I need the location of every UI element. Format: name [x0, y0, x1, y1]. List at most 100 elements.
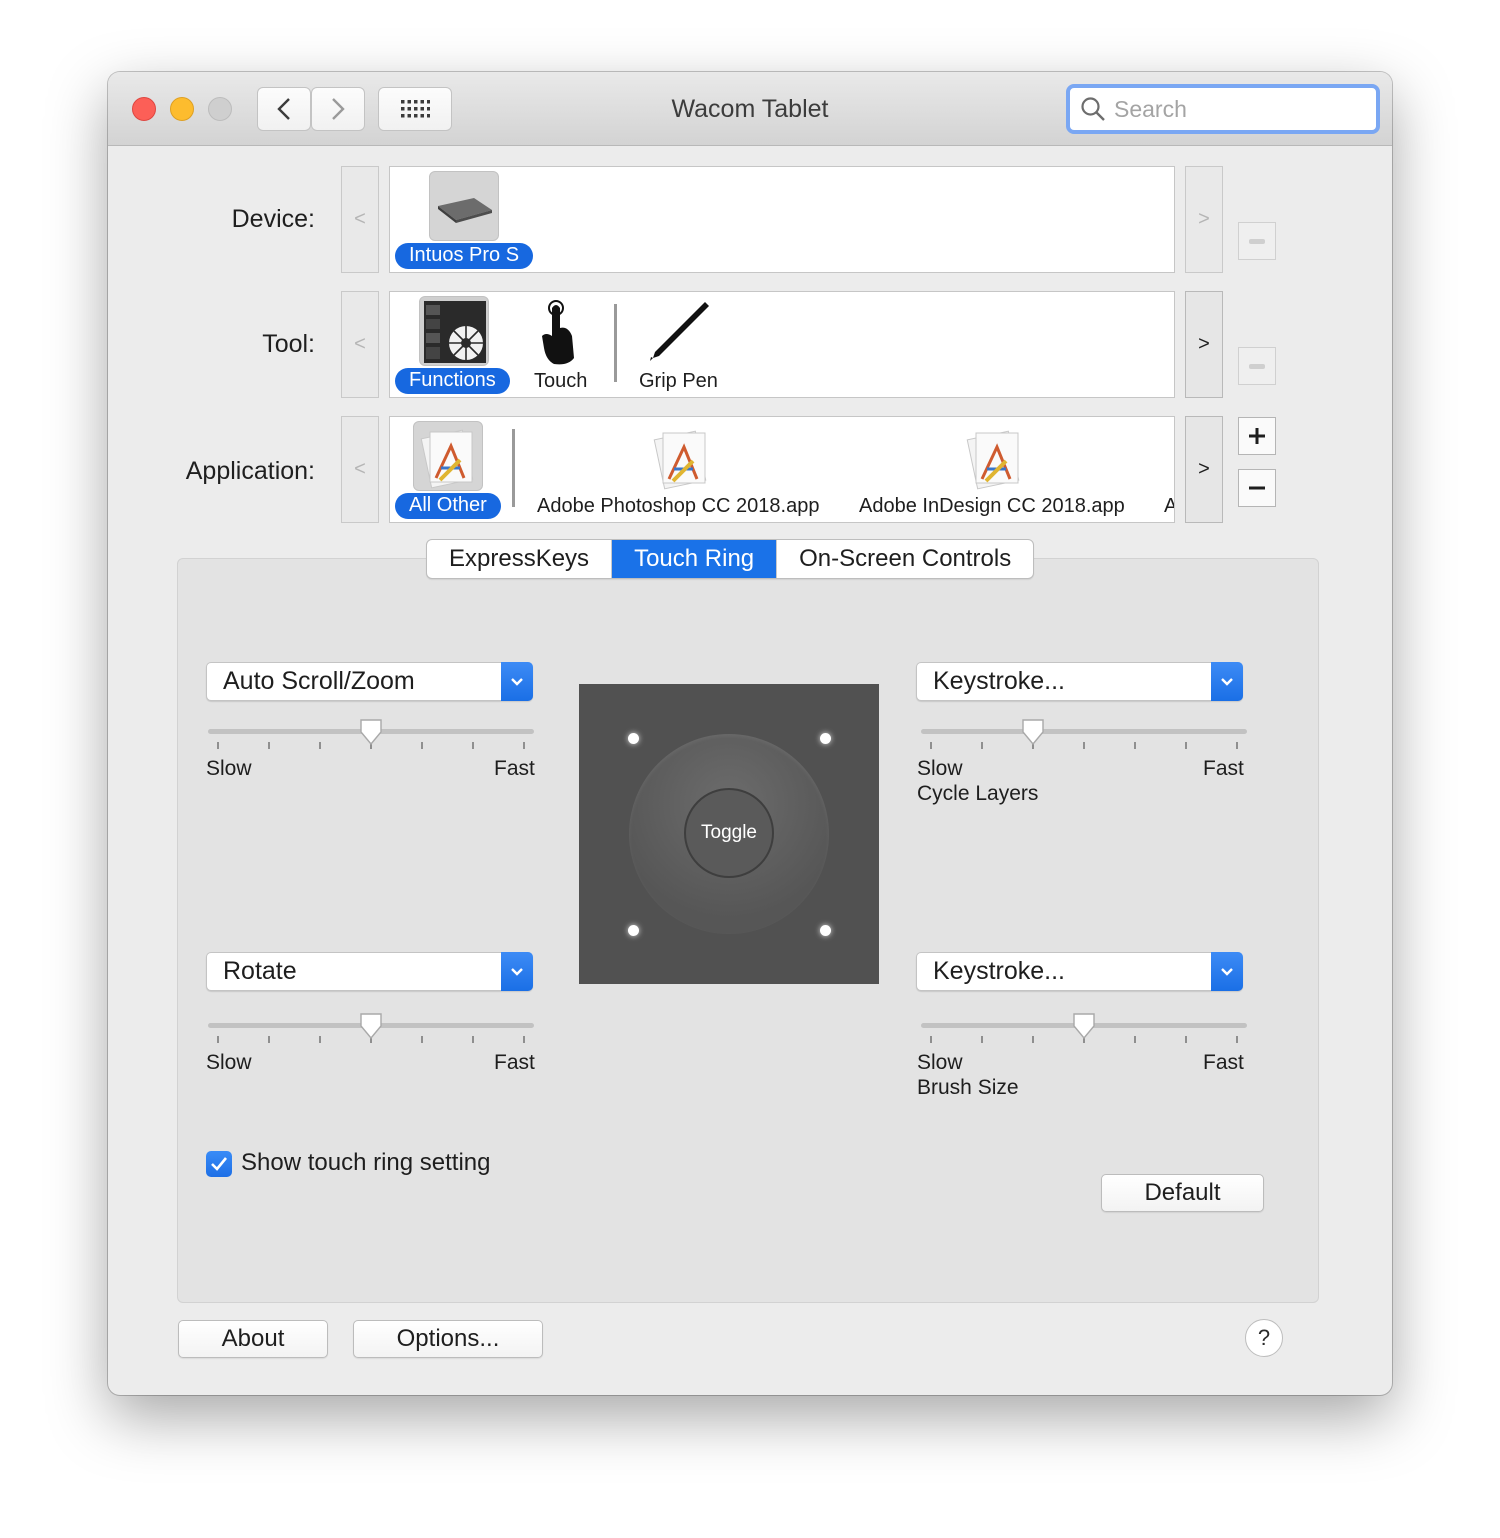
remove-application-button[interactable] — [1238, 469, 1276, 507]
separator — [614, 304, 617, 382]
bottom-right-speed-slider[interactable] — [921, 1012, 1247, 1052]
tab-expresskeys[interactable]: ExpressKeys — [427, 540, 613, 578]
slow-label: Slow — [917, 1051, 963, 1074]
touch-ring-diagram: Toggle — [579, 684, 879, 984]
application-item-label: All Other — [395, 493, 501, 519]
slow-label: Slow — [917, 757, 963, 780]
options-button[interactable]: Options... — [353, 1320, 543, 1358]
indicator-light — [820, 925, 831, 936]
popup-value: Keystroke... — [933, 667, 1065, 695]
slider-tick — [319, 742, 321, 749]
chevron-down-icon — [501, 662, 533, 701]
slider-tick — [523, 742, 525, 749]
slow-label: Slow — [206, 1051, 252, 1074]
functions-thumbnail[interactable] — [419, 296, 489, 366]
chevron-right-icon: > — [1198, 458, 1210, 480]
slider-tick — [1185, 742, 1187, 749]
slider-tick — [421, 1036, 423, 1043]
device-list: Intuos Pro S — [389, 166, 1175, 273]
device-scroll-right[interactable]: > — [1185, 166, 1223, 273]
slider-tick — [472, 742, 474, 749]
chevron-down-icon — [1211, 952, 1243, 991]
slider-tick — [217, 1036, 219, 1043]
checkmark-icon — [211, 1157, 228, 1171]
grip-pen-icon — [650, 302, 709, 361]
popup-value: Auto Scroll/Zoom — [223, 667, 415, 695]
chevron-down-icon — [501, 952, 533, 991]
all-other-thumbnail[interactable] — [413, 421, 483, 491]
slider-tick — [1185, 1036, 1187, 1043]
tab-touch-ring[interactable]: Touch Ring — [612, 540, 778, 578]
application-scroll-left[interactable]: < — [341, 416, 379, 523]
remove-device-button[interactable] — [1238, 222, 1276, 260]
plus-icon — [1249, 428, 1265, 444]
function-caption: Cycle Layers — [917, 782, 1039, 805]
application-item-label: A — [1164, 495, 1174, 517]
tab-on-screen-controls[interactable]: On-Screen Controls — [777, 540, 1033, 578]
application-item-indesign[interactable]: Adobe InDesign CC 2018.app — [859, 495, 1125, 518]
application-item-all-other[interactable]: All Other — [395, 493, 501, 519]
show-setting-checkbox[interactable] — [206, 1151, 232, 1177]
slider-tick — [319, 1036, 321, 1043]
tool-item-grip-pen[interactable]: Grip Pen — [639, 370, 718, 393]
slider-tick — [472, 1036, 474, 1043]
slider-knob[interactable] — [1072, 1012, 1096, 1040]
tool-scroll-left[interactable]: < — [341, 291, 379, 398]
top-left-speed-slider[interactable] — [208, 718, 534, 758]
slider-tick — [1236, 1036, 1238, 1043]
preferences-window: Wacom Tablet Search Device: < Intuos Pro… — [108, 72, 1392, 1395]
slider-tick — [268, 1036, 270, 1043]
help-button[interactable]: ? — [1245, 1319, 1283, 1357]
slider-tick — [981, 742, 983, 749]
bottom-left-speed-slider[interactable] — [208, 1012, 534, 1052]
indicator-light — [820, 733, 831, 744]
minus-icon — [1249, 363, 1265, 369]
chevron-right-icon: > — [1198, 333, 1210, 355]
toggle-label: Toggle — [701, 822, 757, 843]
fast-label: Fast — [1203, 1051, 1244, 1074]
indicator-light — [628, 733, 639, 744]
application-label: Application: — [185, 457, 315, 485]
device-item-label: Intuos Pro S — [395, 243, 534, 269]
functions-icon — [424, 301, 486, 363]
indicator-light — [628, 925, 639, 936]
slider-tick — [1134, 1036, 1136, 1043]
remove-tool-button[interactable] — [1238, 347, 1276, 385]
tool-item-functions[interactable]: Functions — [395, 368, 510, 394]
slider-tick — [421, 742, 423, 749]
slider-tick — [1236, 742, 1238, 749]
tool-item-touch[interactable]: Touch — [534, 370, 587, 393]
slider-tick — [1032, 1036, 1034, 1043]
about-button[interactable]: About — [178, 1320, 328, 1358]
slider-knob[interactable] — [359, 1012, 383, 1040]
device-scroll-left[interactable]: < — [341, 166, 379, 273]
application-item-truncated[interactable]: A — [1164, 495, 1174, 518]
application-item-photoshop[interactable]: Adobe Photoshop CC 2018.app — [537, 495, 819, 518]
show-setting-label[interactable]: Show touch ring setting — [241, 1149, 490, 1177]
toggle-button[interactable]: Toggle — [684, 788, 774, 878]
fast-label: Fast — [494, 757, 535, 780]
minus-icon — [1249, 238, 1265, 244]
top-right-speed-slider[interactable] — [921, 718, 1247, 758]
search-icon — [1081, 97, 1105, 121]
top-left-function-popup[interactable]: Auto Scroll/Zoom — [206, 662, 533, 701]
search-field[interactable]: Search — [1066, 84, 1380, 134]
application-scroll-right[interactable]: > — [1185, 416, 1223, 523]
slider-tick — [981, 1036, 983, 1043]
slider-tick — [523, 1036, 525, 1043]
tool-scroll-right[interactable]: > — [1185, 291, 1223, 398]
default-button[interactable]: Default — [1101, 1174, 1264, 1212]
photoshop-app-icon — [653, 430, 707, 490]
application-item-label: Adobe InDesign CC 2018.app — [859, 495, 1125, 517]
fast-label: Fast — [1203, 757, 1244, 780]
slider-tick — [1134, 742, 1136, 749]
tablet-thumbnail[interactable] — [429, 171, 499, 241]
bottom-right-function-popup[interactable]: Keystroke... — [916, 952, 1243, 991]
add-application-button[interactable] — [1238, 417, 1276, 455]
slider-knob[interactable] — [1021, 718, 1045, 746]
slider-knob[interactable] — [359, 718, 383, 746]
slider-track — [921, 729, 1247, 734]
device-item[interactable]: Intuos Pro S — [395, 243, 534, 269]
bottom-left-function-popup[interactable]: Rotate — [206, 952, 533, 991]
top-right-function-popup[interactable]: Keystroke... — [916, 662, 1243, 701]
